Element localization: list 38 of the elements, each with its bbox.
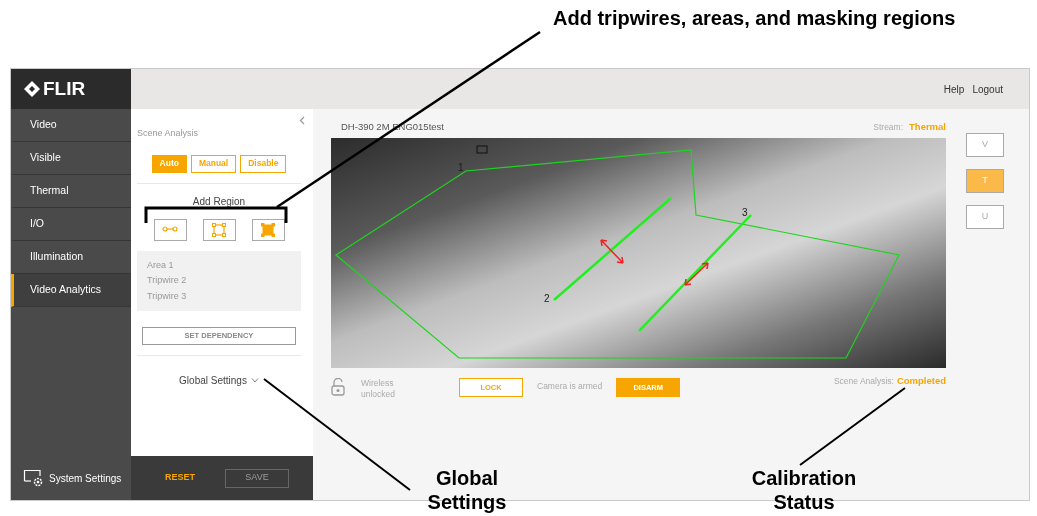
callout-text: Add tripwires, areas, and masking regions xyxy=(553,6,956,30)
filled-square-icon xyxy=(260,222,276,237)
direction-arrow xyxy=(684,262,709,286)
system-settings-link[interactable]: System Settings xyxy=(49,470,122,486)
wireless-status: Wireless unlocked xyxy=(361,378,397,401)
section-title: Scene Analysis xyxy=(137,127,200,140)
nav-item[interactable]: Video Analytics xyxy=(11,274,131,307)
scene-analysis-status: Completed xyxy=(896,375,946,386)
stream-button[interactable]: U xyxy=(966,205,1004,229)
monitor-gear-icon xyxy=(23,469,45,487)
region-tool-button[interactable] xyxy=(153,218,187,241)
stream-label: Stream: xyxy=(873,122,904,133)
callout-text: Calibration Status xyxy=(750,466,858,514)
direction-arrow xyxy=(600,239,624,264)
stream-value: Thermal xyxy=(909,121,946,133)
header-link[interactable]: Help xyxy=(943,81,965,97)
region-item[interactable]: Tripwire 3 xyxy=(147,289,291,303)
reset-button[interactable]: RESET xyxy=(165,471,195,485)
region-tool-button[interactable] xyxy=(251,218,285,241)
chevron-down-icon xyxy=(250,378,259,383)
region-number: 3 xyxy=(742,207,748,218)
region-tool-button[interactable] xyxy=(202,218,236,241)
stream-button[interactable]: V xyxy=(966,133,1004,157)
region-item[interactable]: Area 1 xyxy=(147,258,291,272)
padlock-icon xyxy=(331,378,345,396)
callout-text: Global Settings xyxy=(426,466,508,514)
header-link[interactable]: Logout xyxy=(972,81,1003,97)
region-number: 2 xyxy=(544,293,550,304)
marker-box xyxy=(476,145,488,154)
logo-text: FLIR xyxy=(43,76,86,101)
chevron-left-icon xyxy=(299,115,305,125)
logo-icon xyxy=(23,80,41,98)
region-item[interactable]: Tripwire 2 xyxy=(147,274,291,288)
global-settings-toggle[interactable]: Global Settings xyxy=(137,372,301,389)
armed-status: Camera is armed xyxy=(537,380,603,393)
area-icon xyxy=(211,222,227,237)
scene-analysis-label: Scene Analysis: xyxy=(833,376,894,386)
section-title: Add Region xyxy=(191,194,247,209)
